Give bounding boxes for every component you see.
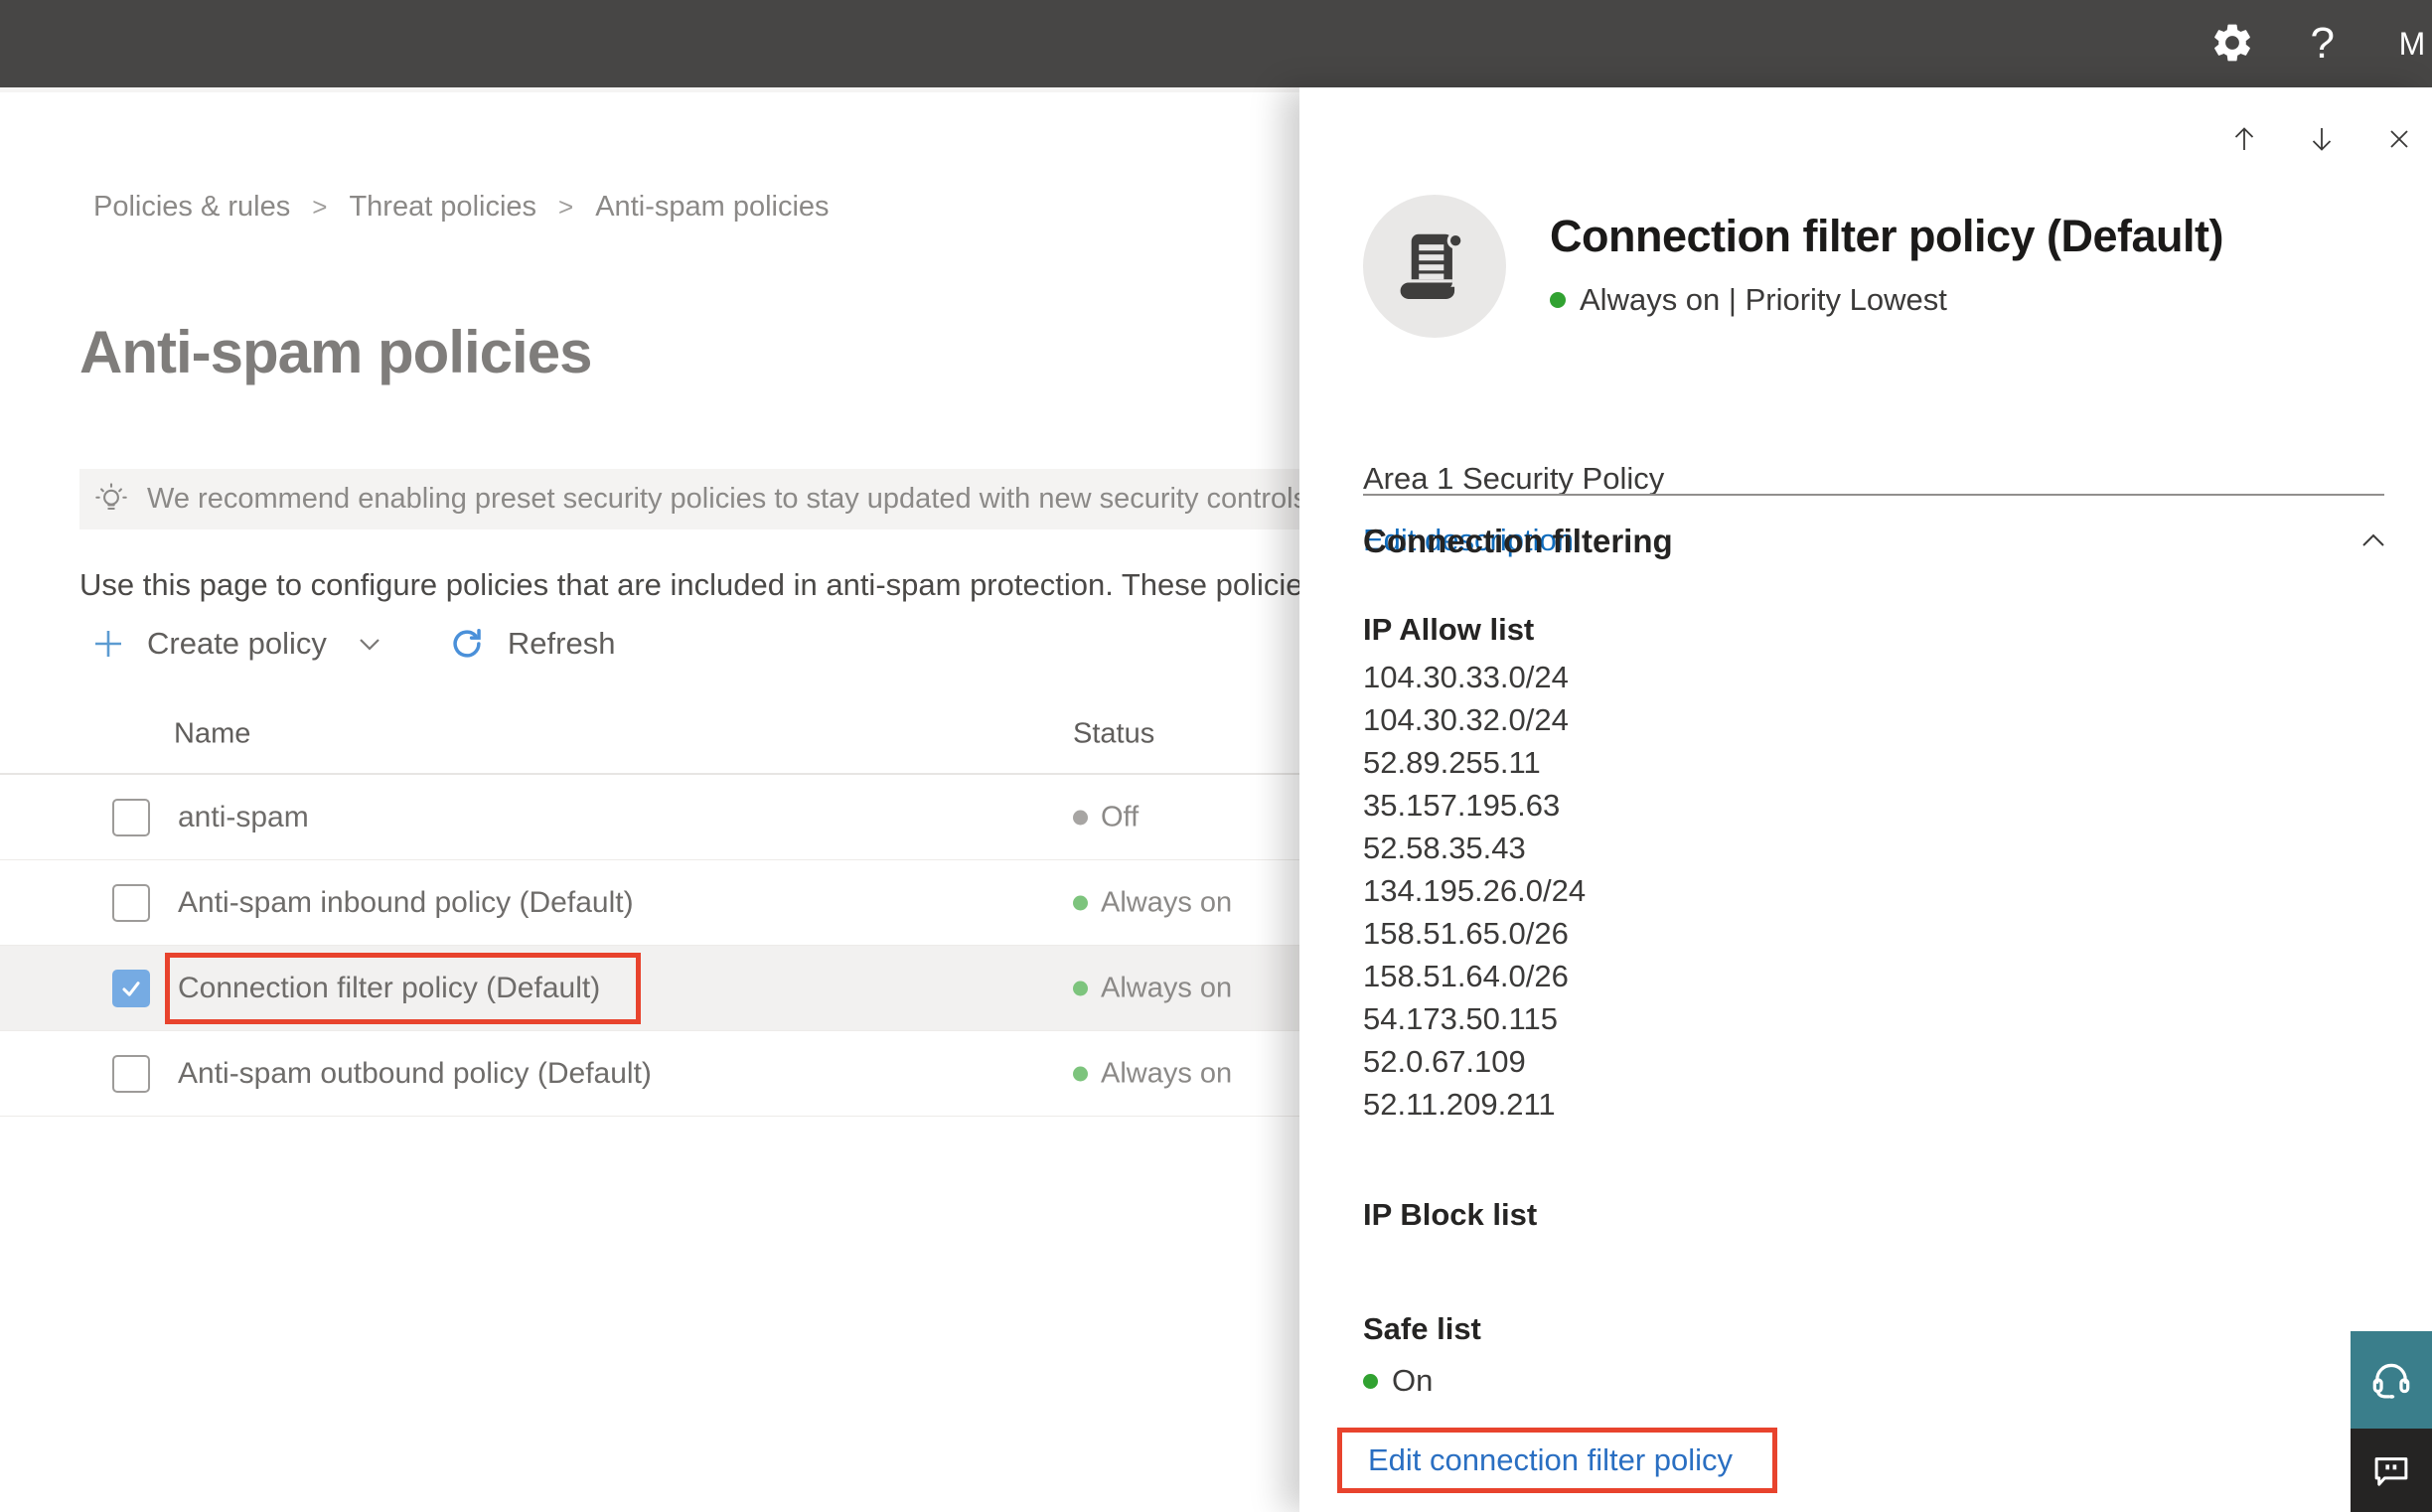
headset-icon (2368, 1357, 2414, 1403)
row-checkbox[interactable] (112, 883, 150, 922)
refresh-icon (448, 625, 486, 663)
row-status: Always on (1073, 972, 1232, 1004)
panel-divider (1363, 494, 2384, 496)
panel-status-line: Always on | Priority Lowest (1550, 282, 2223, 318)
edit-policy-highlight: Edit connection filter policy (1337, 1428, 1778, 1493)
ip-allow-list: 104.30.33.0/24 104.30.32.0/24 52.89.255.11… (1363, 656, 1586, 1126)
status-dot (1550, 292, 1566, 308)
status-dot (1073, 810, 1088, 825)
page-title: Anti-spam policies (79, 319, 592, 385)
gear-icon (2209, 24, 2255, 69)
ip-list-item: 104.30.32.0/24 (1363, 702, 1569, 737)
feedback-button[interactable] (2351, 1429, 2432, 1512)
breadcrumb-separator-icon: > (558, 192, 574, 222)
panel-header: Connection filter policy (Default) Alway… (1363, 195, 2224, 338)
close-panel-button[interactable] (2383, 123, 2415, 158)
help-button[interactable]: ? (2311, 22, 2335, 66)
selected-row-highlight: Connection filter policy (Default) (165, 952, 642, 1024)
chevron-up-icon (2358, 530, 2388, 553)
arrow-down-icon (2306, 123, 2338, 158)
row-checkbox[interactable] (112, 969, 150, 1007)
avatar-initial: M (2398, 25, 2426, 62)
create-policy-label: Create policy (147, 626, 327, 661)
connection-filtering-section-header: Connection filtering (1363, 523, 2388, 560)
toolbar: Create policy Refresh (91, 612, 615, 676)
policy-scroll-icon (1392, 224, 1477, 309)
status-dot (1073, 895, 1088, 910)
policy-name: Anti-spam inbound policy (Default) (178, 885, 634, 919)
status-text: Always on (1101, 972, 1233, 1003)
policy-description: Area 1 Security Policy (1363, 461, 1665, 496)
panel-status-text: Always on | Priority Lowest (1580, 282, 1947, 317)
ip-list-item: 52.58.35.43 (1363, 831, 1526, 865)
chevron-down-icon (357, 634, 382, 654)
ip-list-item: 35.157.195.63 (1363, 788, 1561, 823)
ip-list-item: 158.51.64.0/26 (1363, 959, 1569, 993)
ip-list-item: 52.0.67.109 (1363, 1044, 1526, 1079)
status-dot (1073, 1066, 1088, 1081)
refresh-label: Refresh (507, 626, 616, 661)
column-header-name[interactable]: Name (174, 718, 250, 751)
policy-avatar (1363, 195, 1506, 338)
create-policy-button[interactable]: Create policy (91, 626, 382, 662)
chat-icon (2370, 1449, 2412, 1491)
breadcrumb-threat-policies[interactable]: Threat policies (349, 191, 536, 224)
ip-list-item: 54.173.50.115 (1363, 1001, 1558, 1036)
ip-list-item: 104.30.33.0/24 (1363, 660, 1569, 694)
support-button[interactable] (2351, 1331, 2432, 1429)
breadcrumb-current-page: Anti-spam policies (595, 191, 830, 223)
row-checkbox[interactable] (112, 1054, 150, 1093)
refresh-button[interactable]: Refresh (448, 625, 616, 663)
status-dot (1363, 1373, 1378, 1389)
column-header-status[interactable]: Status (1073, 718, 1154, 751)
security-center-screen: ? M Policies & rules > Threat policies >… (0, 0, 2432, 1512)
panel-navigation (2228, 123, 2415, 158)
section-title: Connection filtering (1363, 523, 1673, 559)
previous-item-button[interactable] (2228, 123, 2260, 158)
policy-name: anti-spam (178, 800, 309, 833)
top-bar: ? M (0, 0, 2432, 87)
policy-name: Anti-spam outbound policy (Default) (178, 1056, 652, 1090)
breadcrumb: Policies & rules > Threat policies > Ant… (93, 191, 830, 224)
status-text: Always on (1101, 886, 1233, 918)
next-item-button[interactable] (2306, 123, 2338, 158)
ip-block-list-label: IP Block list (1363, 1197, 1538, 1232)
breadcrumb-policies-rules[interactable]: Policies & rules (93, 191, 290, 224)
panel-title: Connection filter policy (Default) (1550, 211, 2224, 261)
status-dot (1073, 981, 1088, 995)
safe-list-label: Safe list (1363, 1311, 1481, 1346)
row-status: Always on (1073, 886, 1232, 919)
help-icon: ? (2310, 19, 2335, 68)
edit-connection-filter-policy-link[interactable]: Edit connection filter policy (1368, 1442, 1733, 1478)
lightbulb-icon (93, 482, 129, 518)
status-text: Off (1101, 801, 1140, 832)
breadcrumb-separator-icon: > (312, 192, 328, 222)
status-text: Always on (1101, 1057, 1233, 1089)
ip-list-item: 52.89.255.11 (1363, 745, 1541, 780)
close-icon (2383, 123, 2415, 158)
policy-details-panel: Connection filter policy (Default) Alway… (1299, 87, 2432, 1512)
panel-header-text: Connection filter policy (Default) Alway… (1550, 195, 2224, 338)
account-avatar[interactable]: M (2384, 16, 2432, 72)
row-status: Off (1073, 801, 1139, 833)
ip-allow-list-label: IP Allow list (1363, 612, 1535, 647)
plus-icon (91, 627, 125, 661)
safe-list-status-text: On (1392, 1363, 1434, 1398)
ip-list-item: 52.11.209.211 (1363, 1087, 1556, 1122)
row-checkbox[interactable] (112, 798, 150, 836)
ip-list-item: 158.51.65.0/26 (1363, 916, 1569, 951)
arrow-up-icon (2228, 123, 2260, 158)
collapse-section-button[interactable] (2358, 530, 2388, 553)
ip-list-item: 134.195.26.0/24 (1363, 873, 1587, 908)
safe-list-status: On (1363, 1363, 1433, 1399)
settings-button[interactable] (2209, 20, 2255, 69)
row-status: Always on (1073, 1057, 1232, 1090)
policy-name: Connection filter policy (Default) (178, 971, 601, 1004)
